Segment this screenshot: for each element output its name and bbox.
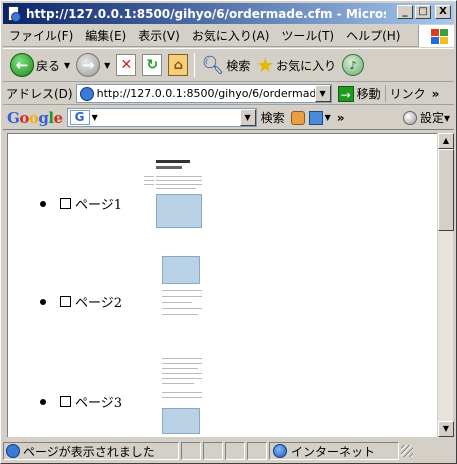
refresh-button[interactable]: ↻ <box>139 51 165 79</box>
page1-checkbox[interactable] <box>60 198 71 209</box>
title-buttons: _ □ X <box>397 5 451 19</box>
search-button[interactable]: 🔍︎ 検索 <box>198 51 253 79</box>
list-item: ページ3 <box>40 392 122 411</box>
windows-logo-icon <box>418 25 454 47</box>
stop-button[interactable]: ✕ <box>113 51 139 79</box>
settings-label: 設定▾ <box>419 111 450 125</box>
menu-edit[interactable]: 編集(E) <box>79 27 132 44</box>
home-button[interactable]: ⌂ <box>165 51 191 79</box>
forward-button[interactable]: → ▼ <box>73 51 113 79</box>
back-button[interactable]: ← 戻る ▼ <box>7 51 73 79</box>
page1-thumbnail[interactable] <box>142 154 206 232</box>
menu-help[interactable]: ヘルプ(H) <box>340 27 406 44</box>
window-title: http://127.0.0.1:8500/gihyo/6/ordermade.… <box>26 6 386 21</box>
status-panel <box>247 442 267 460</box>
back-arrow-icon: ← <box>10 53 34 77</box>
links-button[interactable]: リンク <box>384 85 426 102</box>
page-info-icon[interactable] <box>290 110 305 125</box>
favorites-star-icon: ★ <box>256 53 275 77</box>
google-settings-button[interactable]: 設定▾ <box>402 109 454 126</box>
links-overflow-icon[interactable]: » <box>426 87 440 101</box>
google-overflow-icon[interactable]: » <box>331 111 351 125</box>
menu-favorites[interactable]: お気に入り(A) <box>186 27 276 44</box>
forward-arrow-icon: → <box>76 53 101 77</box>
media-button[interactable]: ♪ <box>339 51 367 79</box>
google-search-dropdown-icon[interactable]: ▼ <box>239 109 256 126</box>
menu-tools[interactable]: ツール(T) <box>275 27 340 44</box>
menu-view[interactable]: 表示(V) <box>132 27 186 44</box>
scroll-up-icon[interactable]: ▲ <box>438 133 454 149</box>
page2-thumbnail[interactable] <box>158 250 206 328</box>
google-menu-dropdown-icon[interactable]: ▼ <box>92 113 98 122</box>
address-label: アドレス(D) <box>6 87 73 101</box>
menu-file[interactable]: ファイル(F) <box>3 27 79 44</box>
title-bar[interactable]: http://127.0.0.1:8500/gihyo/6/ordermade.… <box>3 3 454 24</box>
address-input[interactable]: http://127.0.0.1:8500/gihyo/6/ordermade.… <box>75 84 332 103</box>
vertical-scrollbar[interactable]: ▲ ▼ <box>437 133 454 437</box>
page3-checkbox[interactable] <box>60 396 71 407</box>
zone-label: インターネット <box>291 444 376 459</box>
popup-blocker-icon[interactable] <box>308 110 323 125</box>
forward-dropdown-icon[interactable]: ▼ <box>104 61 110 70</box>
internet-zone-icon <box>273 444 287 458</box>
address-dropdown-icon[interactable]: ▼ <box>314 85 331 102</box>
list-item: ページ1 <box>40 194 122 213</box>
status-message-panel: ページが表示されました <box>3 442 179 460</box>
search-label: 検索 <box>226 58 251 73</box>
bullet <box>40 398 46 405</box>
back-label: 戻る <box>36 58 61 73</box>
stop-icon: ✕ <box>116 54 137 76</box>
ie-page-icon <box>79 86 94 101</box>
list-item: ページ2 <box>40 292 122 311</box>
bullet <box>40 298 46 305</box>
go-label: 移動 <box>356 87 381 101</box>
address-url[interactable]: http://127.0.0.1:8500/gihyo/6/ordermade.… <box>97 87 317 100</box>
google-g-icon[interactable]: G <box>69 110 90 125</box>
favorites-button[interactable]: ★ お気に入り <box>253 51 339 79</box>
status-text: ページが表示されました <box>23 444 155 459</box>
google-toolbar: Google G ▼ ▼ 検索 ▼ » 設定▾ <box>3 106 454 130</box>
minimize-button[interactable]: _ <box>397 5 413 19</box>
maximize-button[interactable]: □ <box>415 5 431 19</box>
page2-checkbox[interactable] <box>60 296 71 307</box>
address-bar: アドレス(D) http://127.0.0.1:8500/gihyo/6/or… <box>3 83 454 105</box>
go-arrow-icon: → <box>337 85 354 102</box>
page2-label: ページ2 <box>75 296 123 311</box>
status-bar: ページが表示されました インターネット <box>3 441 454 461</box>
page-content: ページ1 ページ2 ページ3 <box>7 133 437 437</box>
scroll-down-icon[interactable]: ▼ <box>438 421 454 437</box>
search-icon: 🔍︎ <box>201 54 225 76</box>
ie-page-icon <box>6 5 22 22</box>
security-zone-panel[interactable]: インターネット <box>269 442 399 460</box>
google-logo[interactable]: Google <box>3 109 67 127</box>
resize-grip-icon[interactable] <box>401 445 413 457</box>
menu-bar: ファイル(F) 編集(E) 表示(V) お気に入り(A) ツール(T) ヘルプ(… <box>3 25 454 47</box>
go-button[interactable]: → 移動 <box>334 85 385 102</box>
standard-toolbar: ← 戻る ▼ → ▼ ✕ ↻ ⌂ 🔍︎ 検索 ★ お気に入り ♪ <box>3 48 454 82</box>
close-button[interactable]: X <box>435 5 451 19</box>
favorites-label: お気に入り <box>276 58 337 73</box>
home-icon: ⌂ <box>168 54 189 76</box>
browser-window: http://127.0.0.1:8500/gihyo/6/ordermade.… <box>0 0 457 464</box>
page3-thumbnail[interactable] <box>158 354 206 437</box>
bullet <box>40 200 46 207</box>
toolbar-separator <box>194 53 196 77</box>
refresh-icon: ↻ <box>142 54 163 76</box>
ie-page-icon <box>6 444 20 458</box>
google-search-button[interactable]: 検索 <box>257 109 289 126</box>
status-panel <box>181 442 201 460</box>
status-panel <box>203 442 223 460</box>
google-search-input[interactable]: G ▼ ▼ <box>66 108 257 127</box>
back-dropdown-icon[interactable]: ▼ <box>64 61 70 70</box>
media-icon: ♪ <box>342 54 365 76</box>
scrollbar-thumb[interactable] <box>438 149 454 231</box>
settings-icon <box>402 110 417 125</box>
page1-label: ページ1 <box>75 198 123 213</box>
page3-label: ページ3 <box>75 396 123 411</box>
status-panel <box>225 442 245 460</box>
